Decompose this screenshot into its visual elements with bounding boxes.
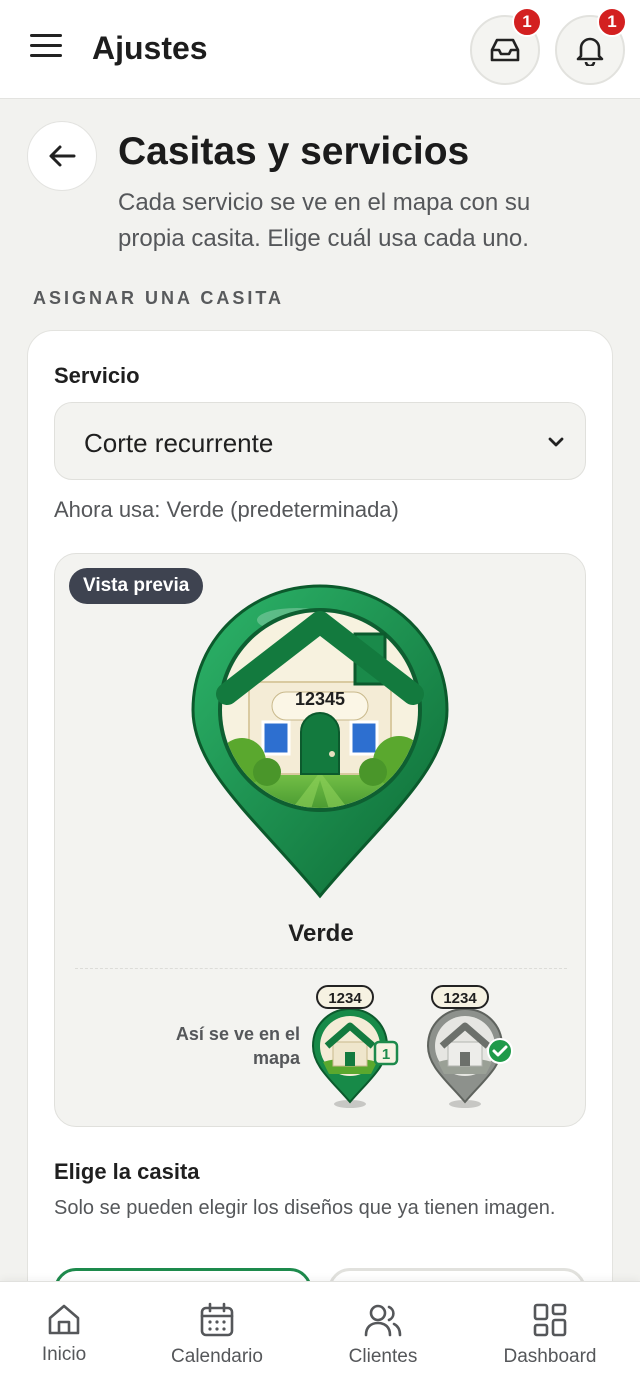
mini-pin-number: 1234 (443, 990, 477, 1007)
nav-item-dashboard[interactable]: Dashboard (490, 1282, 610, 1385)
nav-item-inicio[interactable]: Inicio (24, 1282, 104, 1385)
inbox-badge: 1 (512, 7, 542, 37)
nav-label: Calendario (171, 1346, 263, 1367)
section-label: ASIGNAR UNA CASITA (33, 288, 284, 308)
nav-label: Dashboard (503, 1346, 597, 1367)
divider (75, 968, 567, 969)
back-button[interactable] (27, 121, 97, 191)
service-label: Servicio (54, 363, 140, 388)
inbox-icon (490, 38, 520, 62)
users-icon (364, 1304, 402, 1337)
home-icon (48, 1304, 80, 1335)
hamburger-menu-icon[interactable] (26, 30, 66, 68)
current-use-text: Ahora usa: Verde (predeterminada) (54, 497, 399, 522)
nav-item-calendario[interactable]: Calendario (157, 1282, 277, 1385)
page-title: Casitas y servicios (118, 130, 470, 173)
mini-pin-number: 1234 (328, 990, 362, 1007)
preview-tag: Vista previa (69, 568, 204, 604)
nav-item-clientes[interactable]: Clientes (333, 1282, 433, 1385)
mini-pin-gray: 1234 (426, 985, 513, 1108)
inbox-button[interactable]: 1 (470, 7, 542, 85)
bell-icon (576, 37, 604, 66)
bottom-nav: Inicio Calendario Clientes Dashboard (0, 1281, 640, 1385)
calendar-icon (200, 1302, 234, 1337)
map-label: Así se ve en el mapa (175, 1024, 300, 1068)
app-title: Ajustes (92, 30, 208, 66)
arrow-left-icon (49, 145, 76, 167)
chevron-down-icon (548, 437, 564, 447)
app-header: Ajustes 1 1 (0, 0, 640, 99)
notifications-badge: 1 (597, 7, 627, 37)
service-select[interactable]: Corte recurrente (54, 402, 586, 480)
choose-title: Elige la casita (54, 1159, 200, 1184)
dashboard-icon (533, 1303, 567, 1337)
page-subtitle: Cada servicio se ve en el mapa con su pr… (118, 189, 531, 252)
preview-name: Verde (288, 920, 354, 947)
mini-pin-green: 1234 1 (311, 985, 399, 1108)
notifications-button[interactable]: 1 (555, 7, 627, 85)
house-number: 12345 (295, 689, 345, 709)
service-select-value: Corte recurrente (84, 428, 274, 458)
preview-panel: Vista previa 12345 Verde Así se ve en el… (54, 553, 586, 1127)
nav-label: Inicio (41, 1344, 87, 1365)
choose-description: Solo se pueden elegir los diseños que ya… (54, 1197, 556, 1219)
mini-pin-badge: 1 (382, 1046, 390, 1063)
nav-label: Clientes (348, 1346, 418, 1367)
green-house-pin-image: 12345 (191, 584, 449, 899)
